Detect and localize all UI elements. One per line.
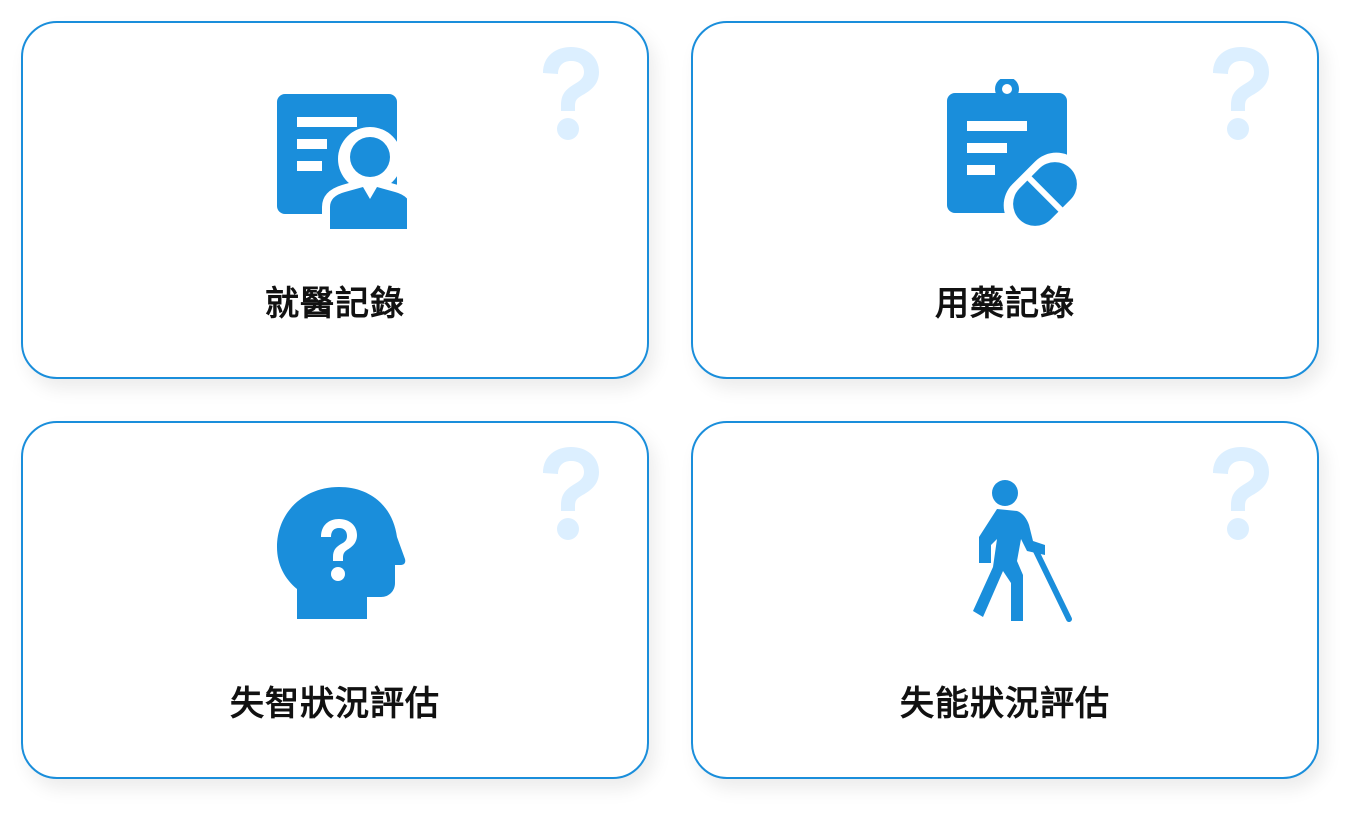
head-question-icon xyxy=(277,487,406,619)
card-dementia-assessment[interactable]: 失智狀況評估 xyxy=(21,421,649,779)
card-label: 失智狀況評估 xyxy=(230,684,440,724)
card-label: 用藥記錄 xyxy=(935,284,1075,324)
assessment-card-grid: 就醫記錄 用藥記錄 失智狀況評估 失能狀況評估 xyxy=(0,0,1360,820)
question-mark-icon[interactable] xyxy=(1205,45,1275,145)
question-mark-icon[interactable] xyxy=(1205,445,1275,545)
card-medical-records[interactable]: 就醫記錄 xyxy=(21,21,649,379)
question-mark-icon[interactable] xyxy=(535,45,605,145)
card-medication-records[interactable]: 用藥記錄 xyxy=(691,21,1319,379)
medical-record-search-icon xyxy=(277,94,407,229)
card-label: 失能狀況評估 xyxy=(900,684,1110,724)
card-label: 就醫記錄 xyxy=(265,284,405,324)
person-walking-cane-icon xyxy=(973,480,1072,622)
clipboard-pill-icon xyxy=(947,79,1077,229)
question-mark-icon[interactable] xyxy=(535,445,605,545)
card-disability-assessment[interactable]: 失能狀況評估 xyxy=(691,421,1319,779)
